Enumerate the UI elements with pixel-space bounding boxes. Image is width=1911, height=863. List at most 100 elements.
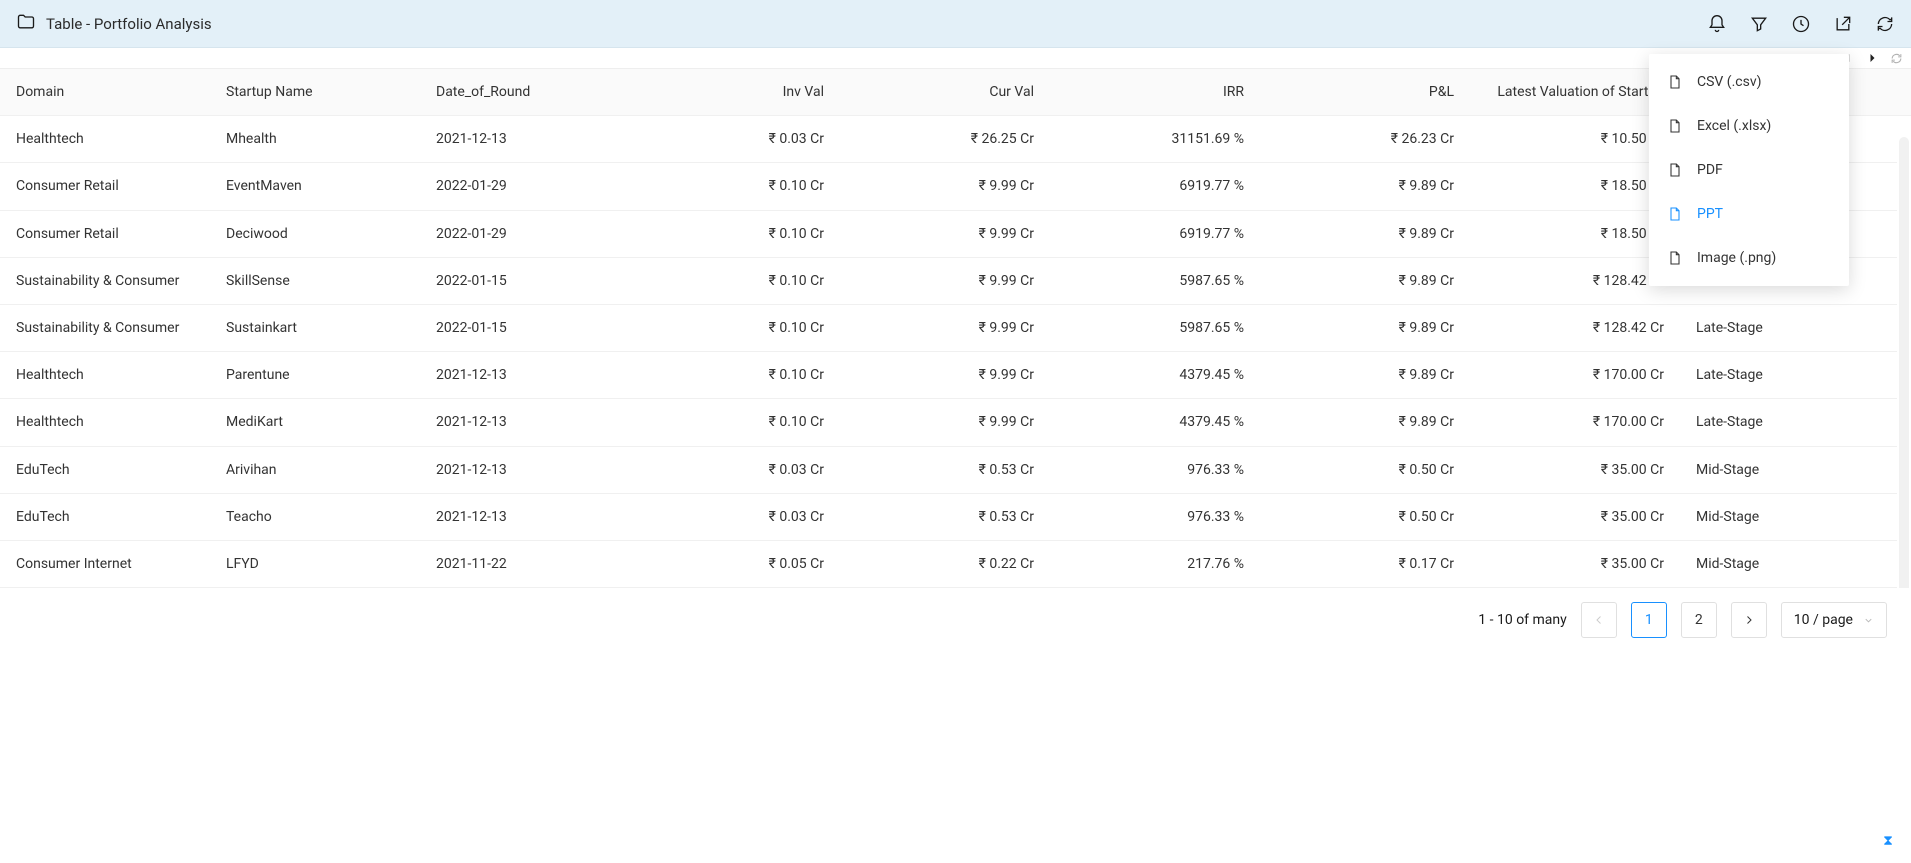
cell-cur: ₹ 0.53 Cr — [840, 446, 1050, 493]
scroll-right-icon[interactable] — [1865, 51, 1879, 65]
cell-startup: Mhealth — [210, 116, 420, 163]
export-option[interactable]: CSV (.csv) — [1649, 60, 1849, 104]
export-icon[interactable] — [1833, 14, 1853, 34]
column-label: Latest Valuation of Startup — [1497, 84, 1664, 100]
mini-refresh-icon[interactable] — [1889, 51, 1903, 65]
table-row[interactable]: HealthtechMediKart2021-12-13₹ 0.10 Cr₹ 9… — [0, 399, 1911, 446]
table-row[interactable]: Consumer RetailEventMaven2022-01-29₹ 0.1… — [0, 163, 1911, 210]
cell-stage: Mid-Stage — [1680, 446, 1911, 493]
column-label: Date_of_Round — [436, 84, 530, 100]
column-label: Startup Name — [226, 84, 313, 100]
cell-inv: ₹ 0.10 Cr — [630, 304, 840, 351]
refresh-icon[interactable] — [1875, 14, 1895, 34]
export-option-label: Image (.png) — [1697, 250, 1776, 266]
export-option[interactable]: PPT — [1649, 192, 1849, 236]
cell-date: 2021-12-13 — [420, 399, 630, 446]
table-row[interactable]: EduTechArivihan2021-12-13₹ 0.03 Cr₹ 0.53… — [0, 446, 1911, 493]
header-left: Table - Portfolio Analysis — [16, 12, 212, 36]
cell-domain: Healthtech — [0, 116, 210, 163]
cell-date: 2021-11-22 — [420, 540, 630, 587]
export-option-label: PDF — [1697, 162, 1723, 178]
cell-stage: Mid-Stage — [1680, 540, 1911, 587]
column-label: P&L — [1429, 84, 1454, 100]
cell-pl: ₹ 9.89 Cr — [1260, 257, 1470, 304]
cell-domain: Sustainability & Consumer — [0, 257, 210, 304]
cell-stage: Late-Stage — [1680, 304, 1911, 351]
table-row[interactable]: HealthtechParentune2021-12-13₹ 0.10 Cr₹ … — [0, 352, 1911, 399]
cell-irr: 217.76 % — [1050, 540, 1260, 587]
page-1-button[interactable]: 1 — [1631, 602, 1667, 638]
cell-irr: 5987.65 % — [1050, 304, 1260, 351]
column-label: Domain — [16, 84, 64, 100]
cell-inv: ₹ 0.03 Cr — [630, 116, 840, 163]
table-header: Domain Startup Name Date_of_Round Inv Val Cu… — [0, 69, 1911, 116]
file-icon — [1667, 74, 1683, 90]
bell-icon[interactable] — [1707, 14, 1727, 34]
prev-page-button[interactable] — [1581, 602, 1617, 638]
table-row[interactable]: EduTechTeacho2021-12-13₹ 0.03 Cr₹ 0.53 C… — [0, 493, 1911, 540]
column-header[interactable]: Domain — [0, 69, 210, 116]
next-page-button[interactable] — [1731, 602, 1767, 638]
file-icon — [1667, 206, 1683, 222]
cell-domain: Consumer Retail — [0, 210, 210, 257]
vertical-scrollbar[interactable] — [1897, 137, 1911, 588]
cell-pl: ₹ 0.17 Cr — [1260, 540, 1470, 587]
cell-inv: ₹ 0.10 Cr — [630, 399, 840, 446]
cell-date: 2021-12-13 — [420, 352, 630, 399]
folder-icon — [16, 12, 36, 36]
cell-latest: ₹ 35.00 Cr — [1470, 446, 1680, 493]
cell-date: 2021-12-13 — [420, 493, 630, 540]
cell-irr: 31151.69 % — [1050, 116, 1260, 163]
cell-domain: Healthtech — [0, 399, 210, 446]
cell-latest: ₹ 128.42 Cr — [1470, 304, 1680, 351]
cell-domain: Consumer Retail — [0, 163, 210, 210]
table-row[interactable]: Consumer InternetLFYD2021-11-22₹ 0.05 Cr… — [0, 540, 1911, 587]
cell-inv: ₹ 0.10 Cr — [630, 210, 840, 257]
cell-domain: Consumer Internet — [0, 540, 210, 587]
page-size-select[interactable]: 10 / page — [1781, 602, 1887, 638]
clock-icon[interactable] — [1791, 14, 1811, 34]
cell-cur: ₹ 9.99 Cr — [840, 257, 1050, 304]
table-row[interactable]: Consumer RetailDeciwood2022-01-29₹ 0.10 … — [0, 210, 1911, 257]
page-2-button[interactable]: 2 — [1681, 602, 1717, 638]
cell-irr: 976.33 % — [1050, 446, 1260, 493]
export-option-label: PPT — [1697, 206, 1723, 222]
cell-cur: ₹ 9.99 Cr — [840, 304, 1050, 351]
column-header[interactable]: Cur Val — [840, 69, 1050, 116]
cell-date: 2021-12-13 — [420, 116, 630, 163]
column-label: Inv Val — [783, 84, 824, 100]
table-container: Domain Startup Name Date_of_Round Inv Val Cu… — [0, 68, 1911, 588]
cell-date: 2022-01-15 — [420, 304, 630, 351]
table-row[interactable]: Sustainability & ConsumerSkillSense2022-… — [0, 257, 1911, 304]
table-row[interactable]: HealthtechMhealth2021-12-13₹ 0.03 Cr₹ 26… — [0, 116, 1911, 163]
column-header[interactable]: Date_of_Round — [420, 69, 630, 116]
column-header[interactable]: Startup Name — [210, 69, 420, 116]
export-option[interactable]: PDF — [1649, 148, 1849, 192]
cell-stage: Late-Stage — [1680, 399, 1911, 446]
cell-startup: EventMaven — [210, 163, 420, 210]
header-bar: Table - Portfolio Analysis — [0, 0, 1911, 48]
column-label: IRR — [1223, 84, 1244, 100]
column-header[interactable]: P&L — [1260, 69, 1470, 116]
cell-cur: ₹ 26.25 Cr — [840, 116, 1050, 163]
filter-icon[interactable] — [1749, 14, 1769, 34]
file-icon — [1667, 118, 1683, 134]
cell-domain: EduTech — [0, 446, 210, 493]
cell-irr: 6919.77 % — [1050, 210, 1260, 257]
page-number: 2 — [1695, 612, 1703, 628]
cell-date: 2022-01-29 — [420, 210, 630, 257]
column-header[interactable]: Inv Val — [630, 69, 840, 116]
export-option-label: CSV (.csv) — [1697, 74, 1762, 90]
column-label: Cur Val — [989, 84, 1034, 100]
cell-startup: Sustainkart — [210, 304, 420, 351]
column-header[interactable]: IRR — [1050, 69, 1260, 116]
subheader-right — [1841, 48, 1903, 68]
cell-inv: ₹ 0.03 Cr — [630, 446, 840, 493]
export-option[interactable]: Image (.png) — [1649, 236, 1849, 280]
export-option[interactable]: Excel (.xlsx) — [1649, 104, 1849, 148]
table-body: HealthtechMhealth2021-12-13₹ 0.03 Cr₹ 26… — [0, 116, 1911, 588]
subheader-bar — [0, 48, 1911, 68]
scrollbar-thumb[interactable] — [1899, 137, 1909, 588]
table-row[interactable]: Sustainability & ConsumerSustainkart2022… — [0, 304, 1911, 351]
cell-cur: ₹ 0.53 Cr — [840, 493, 1050, 540]
